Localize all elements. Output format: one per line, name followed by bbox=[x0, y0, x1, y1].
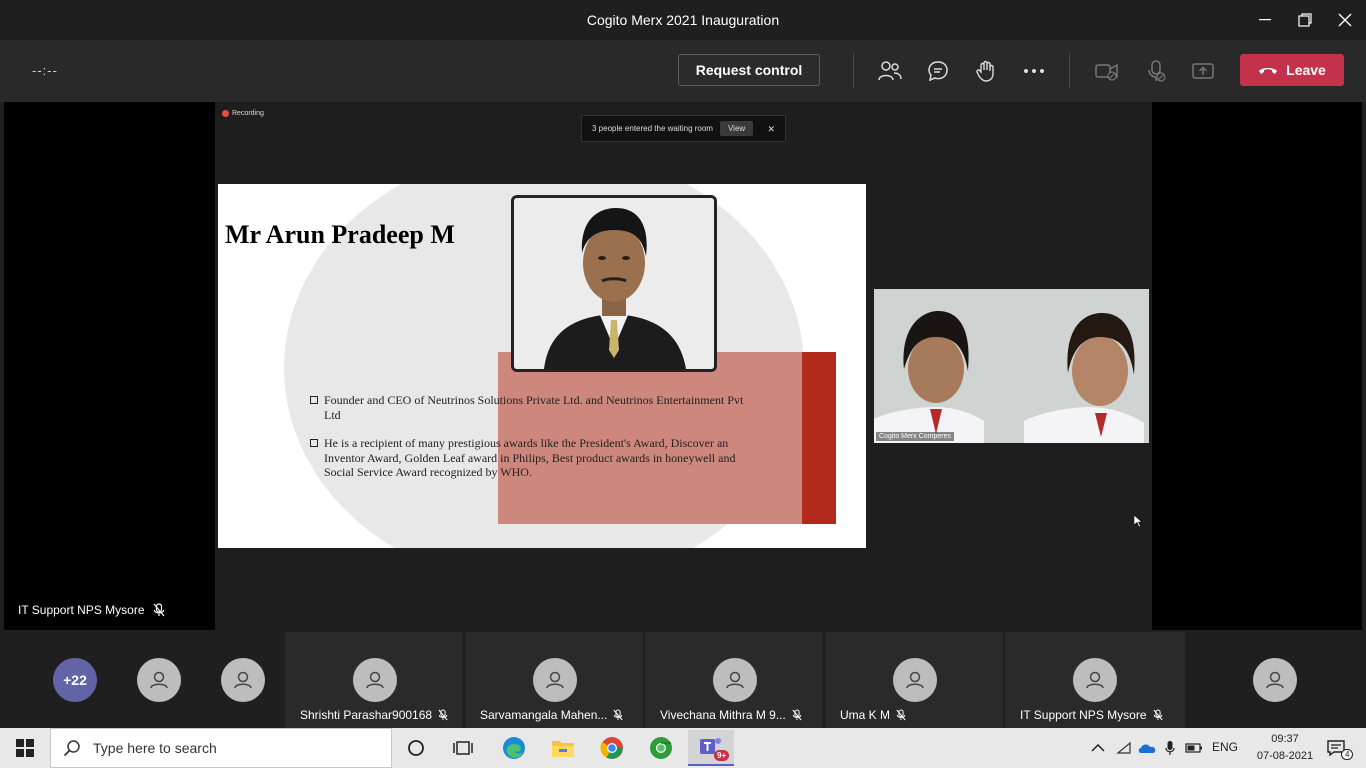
stage-participant-name: IT Support NPS Mysore bbox=[18, 603, 165, 617]
participant-avatar bbox=[713, 658, 757, 702]
participant-name: Uma K M bbox=[840, 708, 906, 722]
participant-name: IT Support NPS Mysore bbox=[1020, 708, 1163, 722]
task-view-icon[interactable] bbox=[440, 730, 486, 766]
stage-participant-label: IT Support NPS Mysore bbox=[18, 603, 145, 617]
input-language[interactable]: ENG bbox=[1212, 740, 1238, 754]
teams-notification-badge: 9+ bbox=[714, 750, 730, 761]
bullet-text: He is a recipient of many prestigious aw… bbox=[324, 436, 736, 479]
more-participants-badge[interactable]: +22 bbox=[53, 658, 97, 702]
participant-name-label: Shrishti Parashar900168 bbox=[300, 708, 433, 722]
mouse-cursor-icon bbox=[1133, 514, 1143, 533]
person-icon bbox=[150, 671, 168, 689]
muted-mic-icon bbox=[153, 603, 164, 617]
share-screen-icon[interactable] bbox=[1188, 56, 1218, 86]
participant-avatar bbox=[1073, 658, 1117, 702]
toolbar-divider bbox=[853, 53, 854, 87]
participant-video[interactable]: Cogito Merx Comperes bbox=[874, 289, 1149, 443]
show-hidden-icons-icon[interactable] bbox=[1085, 730, 1111, 766]
person-icon bbox=[906, 671, 924, 689]
person-icon bbox=[1266, 671, 1284, 689]
camera-off-icon[interactable] bbox=[1092, 56, 1122, 86]
microphone-off-icon[interactable] bbox=[1141, 56, 1171, 86]
title-bar: Cogito Merx 2021 Inauguration bbox=[0, 0, 1366, 40]
waiting-room-message: 3 people entered the waiting room bbox=[592, 124, 713, 133]
search-icon bbox=[63, 740, 80, 757]
muted-mic-icon bbox=[613, 709, 623, 721]
network-icon[interactable] bbox=[1112, 730, 1136, 766]
meeting-timer: --:-- bbox=[32, 63, 58, 78]
presentation-slide: Mr Arun Pradeep M Founder and CEO of Neu… bbox=[218, 184, 866, 548]
notifications-icon[interactable]: 4 bbox=[1316, 730, 1356, 766]
clock-time: 09:37 bbox=[1271, 733, 1299, 745]
participant-name: Shrishti Parashar900168 bbox=[300, 708, 448, 722]
file-explorer-icon[interactable] bbox=[540, 730, 586, 766]
recording-indicator: Recording bbox=[222, 110, 264, 117]
slide-bullet: He is a recipient of many prestigious aw… bbox=[310, 436, 760, 480]
search-placeholder: Type here to search bbox=[93, 740, 217, 756]
windows-start-icon[interactable] bbox=[2, 730, 48, 766]
muted-mic-icon bbox=[896, 709, 906, 721]
taskbar-search-box[interactable]: Type here to search bbox=[50, 728, 392, 768]
participant-name: Vivechana Mithra M 9... bbox=[660, 708, 802, 722]
muted-mic-icon bbox=[438, 709, 448, 721]
person-icon bbox=[546, 671, 564, 689]
chrome-green-icon[interactable] bbox=[638, 730, 684, 766]
meeting-toolbar: --:-- Request control Leave bbox=[0, 40, 1366, 102]
participant-avatar bbox=[893, 658, 937, 702]
recording-label: Recording bbox=[232, 110, 264, 117]
participant-name-label: IT Support NPS Mysore bbox=[1020, 708, 1147, 722]
video-feed-label: Cogito Merx Comperes bbox=[876, 432, 954, 441]
close-icon[interactable] bbox=[1325, 0, 1365, 40]
person-icon bbox=[234, 671, 252, 689]
muted-mic-icon bbox=[1152, 709, 1163, 721]
clock-date: 07-08-2021 bbox=[1256, 750, 1314, 762]
slide-bullet: Founder and CEO of Neutrinos Solutions P… bbox=[310, 393, 760, 422]
bullet-square-icon bbox=[310, 439, 318, 447]
window-title: Cogito Merx 2021 Inauguration bbox=[586, 12, 780, 28]
restore-icon[interactable] bbox=[1285, 0, 1325, 40]
participant-name-label: Sarvamangala Mahen... bbox=[480, 708, 608, 722]
system-clock[interactable]: 09:37 07-08-2021 bbox=[1256, 731, 1314, 765]
slide-speaker-name: Mr Arun Pradeep M bbox=[225, 220, 455, 249]
muted-mic-icon bbox=[792, 709, 802, 721]
participant-name-label: Uma K M bbox=[840, 708, 891, 722]
participants-icon[interactable] bbox=[875, 56, 905, 86]
bullet-square-icon bbox=[310, 396, 318, 404]
notification-count-badge: 4 bbox=[1341, 749, 1354, 760]
leave-label: Leave bbox=[1286, 62, 1326, 78]
participant-avatar[interactable] bbox=[221, 658, 265, 702]
onedrive-icon[interactable] bbox=[1135, 730, 1159, 766]
waiting-room-close-icon[interactable]: ✕ bbox=[767, 124, 775, 135]
chat-icon[interactable] bbox=[923, 56, 953, 86]
minimize-icon[interactable] bbox=[1245, 0, 1285, 40]
battery-icon[interactable] bbox=[1182, 730, 1206, 766]
chrome-icon[interactable] bbox=[589, 730, 635, 766]
participant-avatar[interactable] bbox=[1253, 658, 1297, 702]
teams-taskbar-icon[interactable]: 9+ bbox=[688, 730, 734, 766]
microphone-tray-icon[interactable] bbox=[1158, 730, 1182, 766]
person-icon bbox=[1086, 671, 1104, 689]
more-options-icon[interactable] bbox=[1019, 56, 1049, 86]
waiting-room-view-button[interactable]: View bbox=[719, 121, 754, 136]
participant-avatar bbox=[533, 658, 577, 702]
participant-name: Sarvamangala Mahen... bbox=[480, 708, 623, 722]
request-control-button[interactable]: Request control bbox=[678, 54, 820, 86]
participant-avatar[interactable] bbox=[137, 658, 181, 702]
slide-bullets: Founder and CEO of Neutrinos Solutions P… bbox=[310, 393, 760, 494]
bullet-text: Founder and CEO of Neutrinos Solutions P… bbox=[324, 393, 744, 422]
speaker-photo bbox=[511, 195, 717, 372]
person-icon bbox=[366, 671, 384, 689]
cortana-icon[interactable] bbox=[393, 730, 439, 766]
edge-browser-icon[interactable] bbox=[491, 730, 537, 766]
participant-name-label: Vivechana Mithra M 9... bbox=[660, 708, 786, 722]
leave-button[interactable]: Leave bbox=[1240, 54, 1344, 86]
recording-dot-icon bbox=[222, 110, 229, 117]
waiting-room-banner: 3 people entered the waiting room View ✕ bbox=[581, 115, 786, 142]
participant-avatar bbox=[353, 658, 397, 702]
toolbar-divider bbox=[1069, 53, 1070, 87]
person-icon bbox=[726, 671, 744, 689]
hang-up-icon bbox=[1259, 68, 1278, 74]
reactions-icon[interactable] bbox=[971, 56, 1001, 86]
